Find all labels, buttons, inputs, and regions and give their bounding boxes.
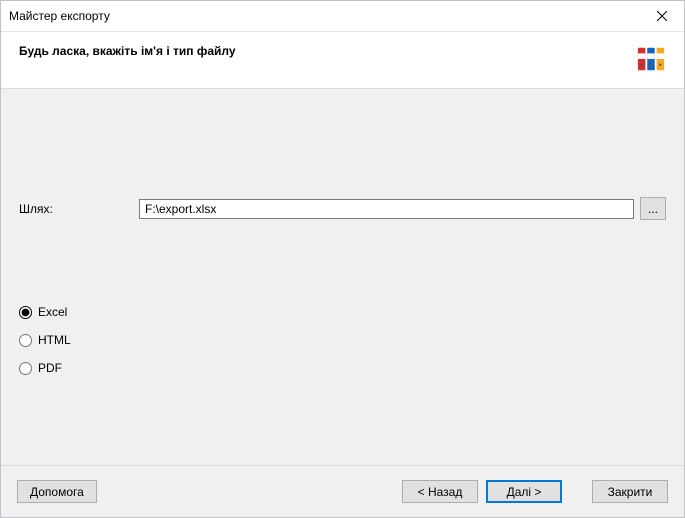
close-icon: [657, 11, 667, 21]
path-label: Шлях:: [19, 202, 139, 216]
radio-excel-input[interactable]: [19, 306, 32, 319]
radio-excel[interactable]: Excel: [19, 305, 71, 319]
window-title: Майстер експорту: [9, 9, 110, 23]
help-button-label: Допомога: [30, 485, 84, 499]
close-button[interactable]: Закрити: [592, 480, 668, 503]
close-button-label: Закрити: [608, 485, 653, 499]
window-close-button[interactable]: [639, 1, 684, 31]
titlebar: Майстер експорту: [1, 1, 684, 32]
radio-html-label: HTML: [38, 333, 71, 347]
browse-button-label: ...: [648, 203, 658, 215]
export-wizard-window: Майстер експорту Будь ласка, вкажіть ім'…: [0, 0, 685, 518]
browse-button[interactable]: ...: [640, 197, 666, 220]
wizard-footer: Допомога < Назад Далі > Закрити: [1, 465, 684, 517]
path-input[interactable]: [139, 199, 634, 219]
radio-pdf[interactable]: PDF: [19, 361, 71, 375]
next-button-label: Далі >: [507, 485, 542, 499]
format-radio-group: Excel HTML PDF: [19, 305, 71, 389]
wizard-body: Шлях: ... Excel HTML PDF: [1, 89, 684, 465]
back-button[interactable]: < Назад: [402, 480, 478, 503]
wizard-heading: Будь ласка, вкажіть ім'я і тип файлу: [19, 44, 236, 58]
wizard-header: Будь ласка, вкажіть ім'я і тип файлу: [1, 32, 684, 89]
radio-pdf-label: PDF: [38, 361, 62, 375]
path-row: Шлях: ...: [19, 197, 666, 220]
radio-excel-label: Excel: [38, 305, 67, 319]
binders-icon: [636, 44, 666, 74]
help-button[interactable]: Допомога: [17, 480, 97, 503]
radio-pdf-input[interactable]: [19, 362, 32, 375]
radio-html[interactable]: HTML: [19, 333, 71, 347]
radio-html-input[interactable]: [19, 334, 32, 347]
back-button-label: < Назад: [418, 485, 463, 499]
next-button[interactable]: Далі >: [486, 480, 562, 503]
